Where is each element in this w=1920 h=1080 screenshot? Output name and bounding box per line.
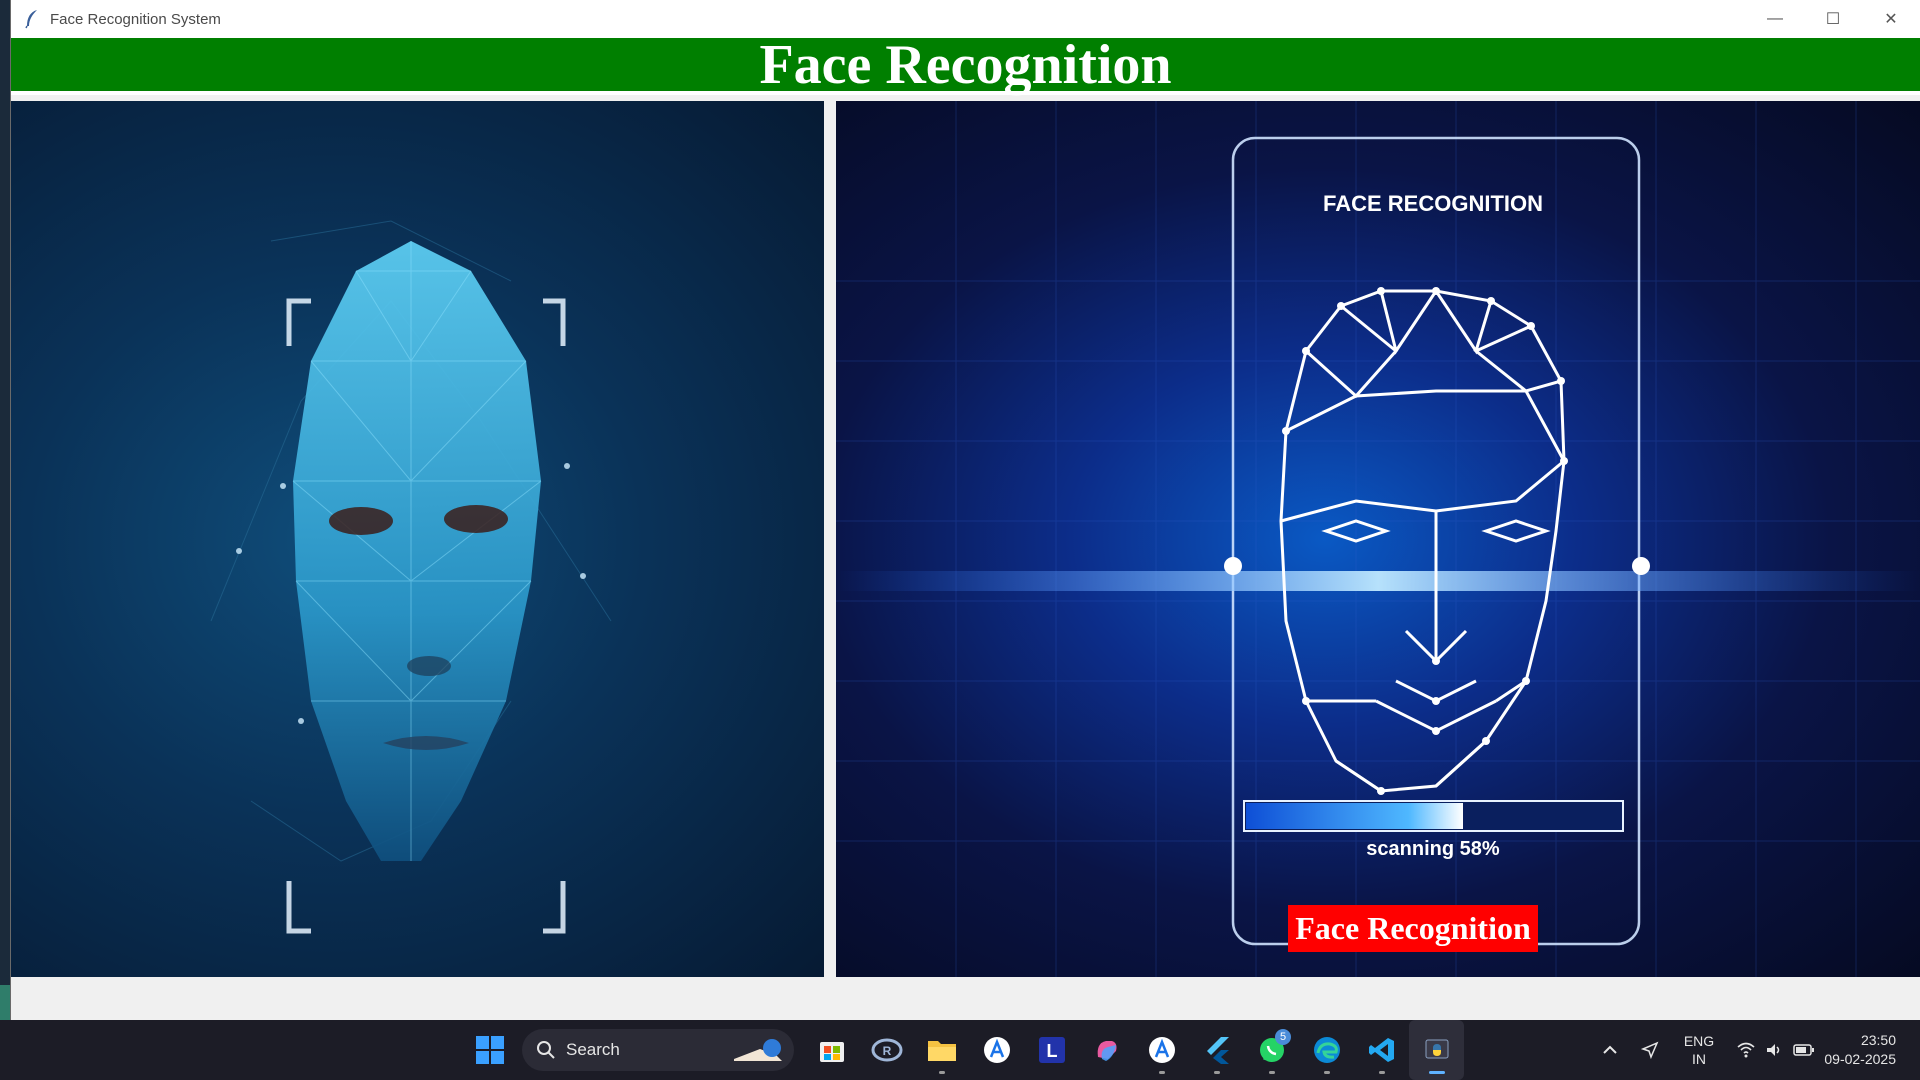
face-image-left [11, 101, 824, 977]
running-indicator [1323, 1071, 1330, 1074]
taskbar-search[interactable]: Search [522, 1029, 794, 1071]
header-banner: Face Recognition [11, 33, 1920, 96]
running-indicator [1268, 1071, 1275, 1074]
start-button[interactable] [470, 1030, 510, 1070]
wifi-icon [1737, 1042, 1755, 1058]
app-window: Face Recognition System — ☐ ✕ Face Recog… [10, 0, 1920, 1020]
running-indicator [938, 1071, 945, 1074]
feather-icon [25, 10, 37, 29]
flutter-icon[interactable] [1189, 1020, 1244, 1080]
clock-date: 09-02-2025 [1824, 1051, 1896, 1067]
close-button[interactable]: ✕ [1862, 0, 1920, 38]
windows-logo-icon [476, 1036, 504, 1064]
scan-status-text: scanning 58% [1366, 838, 1500, 860]
face-recognition-button[interactable]: Face Recognition [1288, 905, 1538, 952]
polygon-face-illustration [210, 220, 612, 934]
whatsapp-icon[interactable]: 5 [1244, 1020, 1299, 1080]
location-arrow-icon[interactable] [1630, 1041, 1670, 1059]
window-footer [11, 977, 1920, 1020]
file-explorer-icon[interactable] [914, 1020, 969, 1080]
face-image-right: scanning 58% FACE RECOGNITION Face Recog… [836, 101, 1920, 977]
language-indicator[interactable]: ENG IN [1670, 1032, 1728, 1068]
running-indicator [1428, 1071, 1445, 1074]
search-highlight-icon [734, 1039, 782, 1061]
window-title: Face Recognition System [50, 10, 221, 28]
copilot-app-icon[interactable]: R [859, 1020, 914, 1080]
maximize-button[interactable]: ☐ [1804, 0, 1862, 38]
vscode-icon[interactable] [1354, 1020, 1409, 1080]
desktop-edge [0, 0, 10, 1020]
app-a2-icon[interactable] [1134, 1020, 1189, 1080]
scan-progress-fill [1246, 803, 1463, 829]
running-indicator [1378, 1071, 1385, 1074]
page-title: Face Recognition [759, 33, 1172, 96]
app-a-icon[interactable] [969, 1020, 1024, 1080]
minimize-button[interactable]: — [1746, 0, 1804, 38]
show-hidden-icons-chevron-icon[interactable] [1590, 1044, 1630, 1056]
svg-text:L: L [1046, 1041, 1057, 1061]
card-title: FACE RECOGNITION [1323, 191, 1543, 216]
python-icon[interactable] [1409, 1020, 1464, 1080]
quick-settings[interactable] [1728, 1042, 1824, 1058]
notification-badge: 5 [1275, 1029, 1291, 1045]
copilot-icon[interactable] [1079, 1020, 1134, 1080]
system-tray: ENG IN 23:50 09-02-2025 [1590, 1020, 1920, 1080]
title-bar[interactable]: Face Recognition System — ☐ ✕ [11, 0, 1920, 38]
edge-icon[interactable] [1299, 1020, 1354, 1080]
region-code: IN [1692, 1051, 1706, 1067]
running-indicator [1158, 1071, 1165, 1074]
desktop-edge-accent [0, 985, 10, 1020]
svg-text:R: R [882, 1044, 891, 1058]
search-icon [537, 1041, 555, 1059]
app-l-icon[interactable]: L [1024, 1020, 1079, 1080]
language-code: ENG [1683, 1033, 1715, 1049]
search-label: Search [566, 1040, 620, 1059]
face-scan-illustration: scanning 58% FACE RECOGNITION [836, 101, 1920, 977]
microsoft-store-icon[interactable] [804, 1020, 859, 1080]
clock[interactable]: 23:50 09-02-2025 [1824, 1031, 1920, 1069]
face-recognition-button-label: Face Recognition [1295, 910, 1531, 946]
volume-icon [1767, 1044, 1780, 1056]
running-indicator [1213, 1071, 1220, 1074]
battery-icon [1793, 1044, 1814, 1056]
clock-time: 23:50 [1860, 1032, 1896, 1048]
taskbar: Search R L 5 ENG IN 23:50 09-02-2025 [0, 1020, 1920, 1080]
